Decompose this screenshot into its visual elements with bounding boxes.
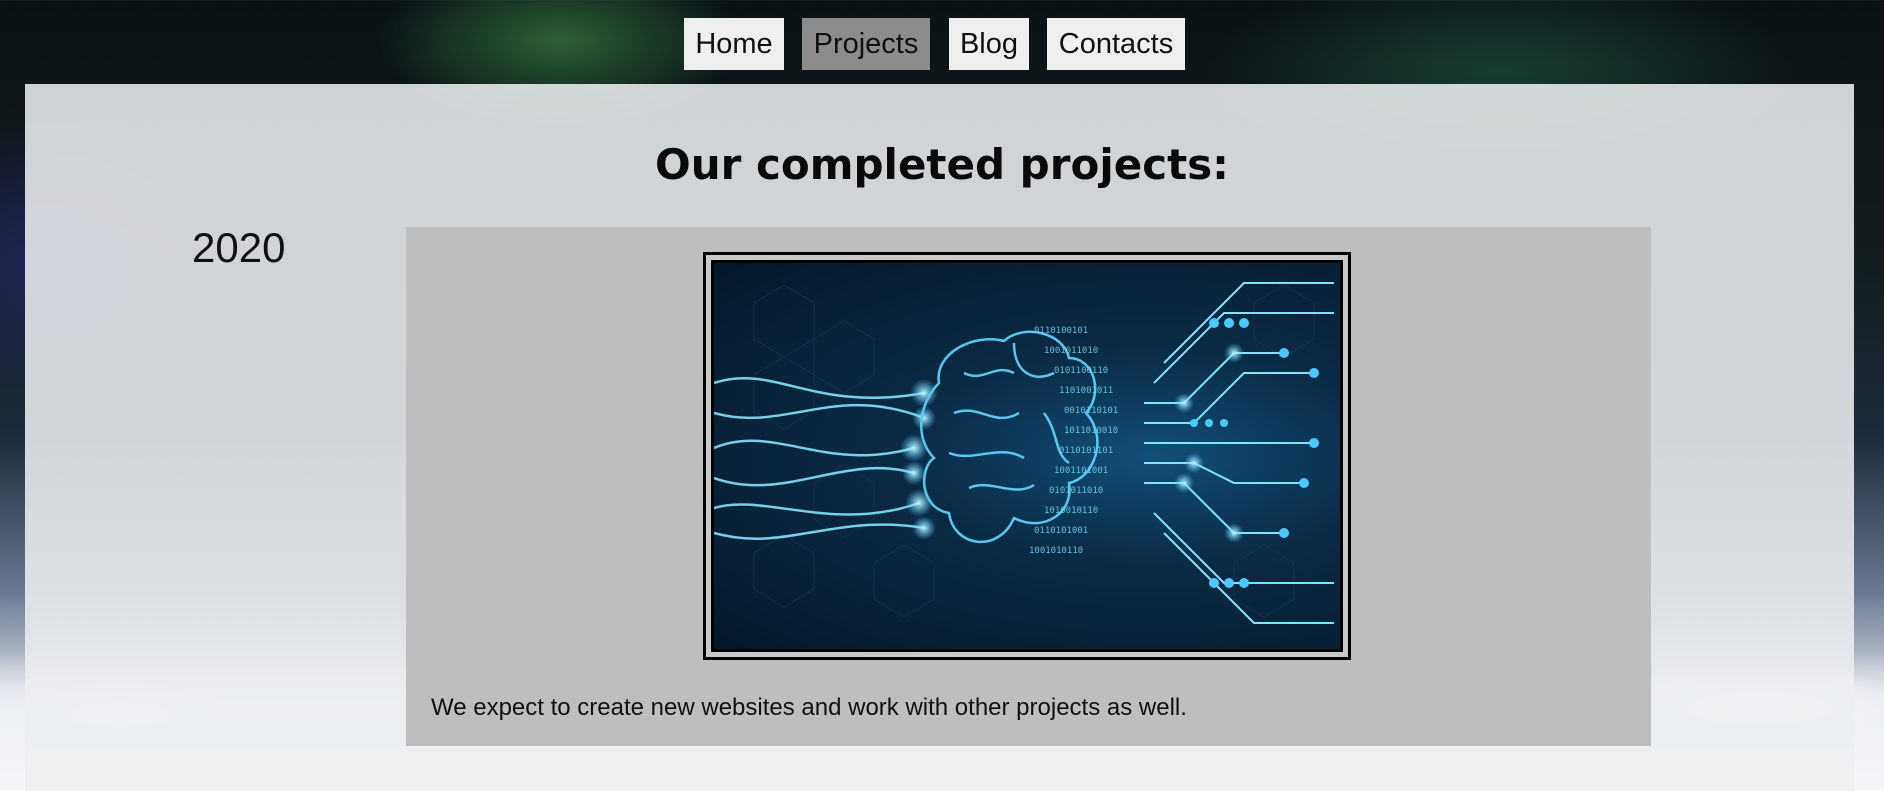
svg-text:1001101001: 1001101001 [1054,466,1108,476]
svg-text:1101001011: 1101001011 [1059,386,1113,396]
nav-home-link[interactable]: Home [684,18,784,70]
nav-projects-link[interactable]: Projects [802,18,930,70]
svg-text:0110101101: 0110101101 [1059,446,1113,456]
project-card: 0110100101 1001011010 0101100110 1101001… [406,227,1651,746]
ai-brain-circuit-image: 0110100101 1001011010 0101100110 1101001… [711,260,1343,652]
svg-text:0110100101: 0110100101 [1034,326,1088,336]
page-title: Our completed projects: [655,140,1229,189]
svg-text:0101100110: 0101100110 [1054,366,1108,376]
svg-text:1001010110: 1001010110 [1029,546,1083,556]
project-image-frame: 0110100101 1001011010 0101100110 1101001… [703,252,1351,660]
svg-text:1011010010: 1011010010 [1064,426,1118,436]
nav-contacts-link[interactable]: Contacts [1047,18,1185,70]
svg-text:0110101001: 0110101001 [1034,526,1088,536]
project-year: 2020 [192,224,286,271]
svg-text:1010010110: 1010010110 [1044,506,1098,516]
nav-blog-link[interactable]: Blog [949,18,1029,70]
svg-text:0101011010: 0101011010 [1049,486,1103,496]
svg-text:1001011010: 1001011010 [1044,346,1098,356]
svg-text:0010110101: 0010110101 [1064,406,1118,416]
project-caption: We expect to create new websites and wor… [431,694,1187,721]
